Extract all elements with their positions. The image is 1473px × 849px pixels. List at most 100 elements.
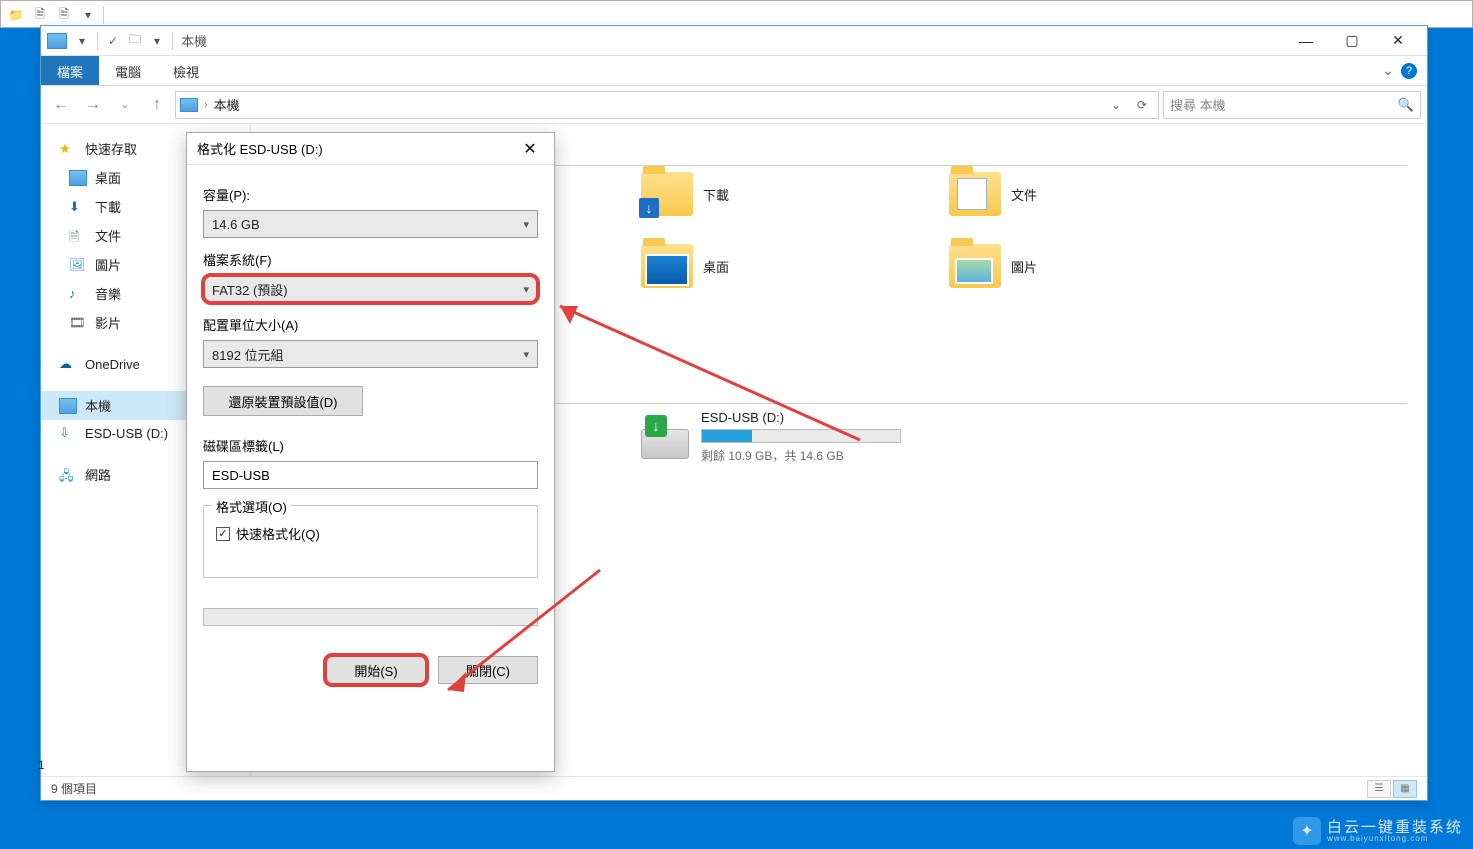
drive-name: ESD-USB (D:)	[701, 410, 901, 425]
close-button[interactable]: ✕	[1375, 26, 1421, 56]
watermark-brand: 白云一键重装系统	[1327, 820, 1463, 835]
folder-label: 下載	[703, 185, 729, 204]
format-options-group: 格式選項(O) ✓ 快速格式化(Q)	[203, 505, 538, 578]
usb-drive-icon: ⇩	[59, 425, 77, 441]
nav-forward-button[interactable]: →	[79, 91, 107, 119]
title-bar: ▾ ✓ 🗀 ▾ 本機 — ▢ ✕	[41, 26, 1427, 56]
nav-label: 本機	[85, 396, 111, 415]
progress-bar	[203, 608, 538, 626]
search-input[interactable]: 搜尋 本機 🔍	[1163, 91, 1421, 119]
tab-computer[interactable]: 電腦	[99, 56, 157, 85]
filesystem-select[interactable]: FAT32 (預設) ▾	[203, 275, 538, 303]
network-icon: 🖧	[59, 467, 77, 483]
download-icon: ⬇	[69, 199, 87, 215]
folder-label: 文件	[1011, 185, 1037, 204]
new-folder-icon[interactable]: 🗀	[126, 32, 144, 50]
drive-caption: 剩餘 10.9 GB，共 14.6 GB	[701, 447, 901, 464]
doc-icon-2: 🗎	[55, 6, 73, 24]
refresh-icon[interactable]: ⟳	[1130, 93, 1154, 117]
this-pc-icon	[180, 98, 198, 112]
start-button[interactable]: 開始(S)	[326, 656, 426, 684]
drive-esd-usb[interactable]: ↓ ESD-USB (D:) 剩餘 10.9 GB，共 14.6 GB	[641, 410, 901, 464]
documents-folder-icon	[949, 172, 1001, 216]
nav-label: 下載	[95, 197, 121, 216]
nav-label: 桌面	[95, 168, 121, 187]
format-dialog: 格式化 ESD-USB (D:) ✕ 容量(P): 14.6 GB ▾ 檔案系統…	[186, 132, 555, 772]
item-count: 9 個項目	[51, 780, 97, 797]
allocation-value: 8192 位元組	[212, 345, 284, 364]
address-dropdown-icon[interactable]: ⌄	[1104, 93, 1128, 117]
watermark: ✦ 白云一键重装系统 www.baiyunxitong.com	[1293, 817, 1463, 845]
this-pc-icon	[47, 33, 67, 49]
nav-back-button[interactable]: ←	[47, 91, 75, 119]
address-bar[interactable]: › 本機 ⌄ ⟳	[175, 91, 1159, 119]
separator	[103, 6, 104, 24]
tab-view[interactable]: 檢視	[157, 56, 215, 85]
capacity-bar	[701, 429, 901, 443]
folder-desktop[interactable]: 桌面	[641, 244, 729, 288]
label-capacity: 容量(P):	[203, 185, 538, 204]
status-bar: 9 個項目 ☰ ▦	[41, 776, 1427, 800]
window-title: 本機	[181, 31, 207, 50]
dialog-title-bar[interactable]: 格式化 ESD-USB (D:) ✕	[187, 133, 554, 165]
nav-label: 網路	[85, 465, 111, 484]
nav-label: ESD-USB (D:)	[85, 426, 168, 441]
restore-defaults-button[interactable]: 還原裝置預設值(D)	[203, 386, 363, 416]
ribbon-collapse-icon[interactable]: ⌄	[1381, 64, 1395, 78]
tab-file[interactable]: 檔案	[41, 56, 99, 85]
nav-label: 影片	[95, 313, 121, 332]
separator	[97, 32, 98, 50]
minimize-button[interactable]: —	[1283, 26, 1329, 56]
folder-pictures[interactable]: 圖片	[949, 244, 1037, 288]
watermark-url: www.baiyunxitong.com	[1327, 835, 1463, 843]
volume-label-input[interactable]	[203, 461, 538, 489]
picture-icon: 🖼	[69, 257, 87, 273]
breadcrumb-root[interactable]: 本機	[214, 95, 240, 114]
qat-overflow-icon[interactable]: ▾	[148, 32, 166, 50]
cloud-icon: ☁	[59, 356, 77, 372]
nav-toolbar: ← → ⌄ ↑ › 本機 ⌄ ⟳ 搜尋 本機 🔍	[41, 86, 1427, 124]
properties-icon[interactable]: ✓	[104, 32, 122, 50]
folder-icon: 📁	[7, 6, 25, 24]
nav-label: OneDrive	[85, 357, 140, 372]
background-item-count: 1	[38, 758, 45, 772]
dialog-title: 格式化 ESD-USB (D:)	[197, 139, 323, 158]
folder-label: 桌面	[703, 257, 729, 276]
folder-downloads[interactable]: 下載	[641, 172, 729, 216]
nav-label: 圖片	[95, 255, 121, 274]
document-icon: 🗎	[69, 228, 87, 244]
capacity-value: 14.6 GB	[212, 217, 260, 232]
qat-dropdown-icon[interactable]: ▾	[73, 32, 91, 50]
overflow-icon: ▾	[79, 6, 97, 24]
label-alloc: 配置單位大小(A)	[203, 315, 538, 334]
close-dialog-button[interactable]: 關閉(C)	[438, 656, 538, 684]
label-filesystem: 檔案系統(F)	[203, 250, 538, 269]
nav-recent-dropdown[interactable]: ⌄	[111, 91, 139, 119]
filesystem-value: FAT32 (預設)	[212, 280, 288, 299]
search-placeholder: 搜尋 本機	[1170, 95, 1226, 114]
dialog-close-button[interactable]: ✕	[516, 137, 544, 161]
allocation-select[interactable]: 8192 位元組 ▾	[203, 340, 538, 368]
checkbox-icon: ✓	[216, 527, 230, 541]
nav-label: 文件	[95, 226, 121, 245]
nav-up-button[interactable]: ↑	[143, 91, 171, 119]
nav-label: 快速存取	[85, 139, 137, 158]
maximize-button[interactable]: ▢	[1329, 26, 1375, 56]
downloads-folder-icon	[641, 172, 693, 216]
usb-drive-icon: ↓	[641, 415, 689, 459]
video-icon: 🎞	[69, 315, 87, 331]
capacity-select[interactable]: 14.6 GB ▾	[203, 210, 538, 238]
view-icons-button[interactable]: ▦	[1393, 780, 1417, 798]
search-icon: 🔍	[1398, 97, 1414, 113]
pictures-folder-icon	[949, 244, 1001, 288]
folder-documents[interactable]: 文件	[949, 172, 1037, 216]
nav-label: 音樂	[95, 284, 121, 303]
help-icon[interactable]: ?	[1401, 63, 1417, 79]
ribbon-tabs: 檔案 電腦 檢視 ⌄ ?	[41, 56, 1427, 86]
watermark-logo-icon: ✦	[1293, 817, 1321, 845]
desktop-folder-icon	[641, 244, 693, 288]
folder-label: 圖片	[1011, 257, 1037, 276]
label-volume: 磁碟區標籤(L)	[203, 436, 538, 455]
chevron-right-icon[interactable]: ›	[204, 99, 208, 111]
view-details-button[interactable]: ☰	[1367, 780, 1391, 798]
